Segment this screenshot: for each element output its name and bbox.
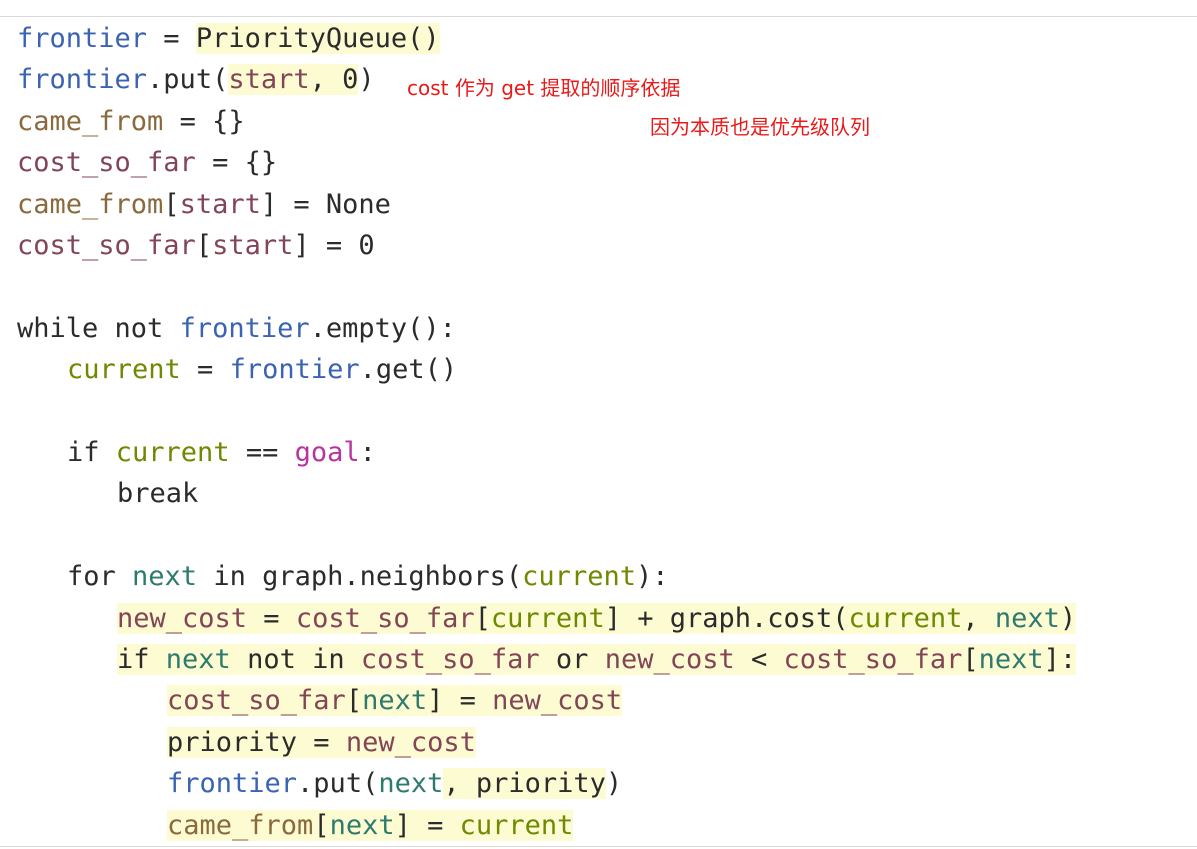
code-token: ] = None	[260, 188, 391, 220]
code-token: priority =	[167, 726, 346, 758]
code-token: if	[117, 644, 166, 675]
code-token: next	[165, 644, 231, 675]
code-token: cost_so_far	[360, 644, 540, 675]
code-token: .get()	[359, 354, 458, 386]
code-line: cost_so_far[start] = 0	[17, 226, 375, 266]
code-line: if next not in cost_so_far or new_cost <…	[117, 640, 1077, 680]
code-token: frontier	[229, 354, 360, 386]
code-token: current	[522, 561, 636, 593]
code-token: frontier	[17, 64, 148, 96]
code-token: ):	[635, 561, 669, 593]
code-token: new_cost	[492, 685, 623, 717]
code-line: for next in graph.neighbors(current):	[67, 557, 668, 597]
code-token: , priority	[443, 768, 606, 800]
annotation-cost-order: cost 作为 get 提取的顺序依据	[407, 76, 681, 100]
code-token: or	[539, 644, 605, 675]
code-token: next	[978, 644, 1044, 675]
code-token: [	[345, 685, 363, 717]
code-token: cost_so_far	[167, 685, 346, 717]
code-token: while not	[17, 312, 180, 344]
code-token: if	[67, 437, 116, 468]
code-line: came_from[start] = None	[17, 185, 391, 225]
code-token: )	[358, 64, 375, 96]
code-line: cost_so_far[next] = new_cost	[167, 681, 623, 721]
code-token: ] = 0	[293, 230, 375, 261]
code-token: )	[605, 768, 623, 800]
code-line: new_cost = cost_so_far[current] + graph.…	[117, 599, 1077, 639]
code-token: .put(	[147, 64, 229, 96]
code-token: = {}	[195, 147, 278, 179]
code-token: ] + graph.cost(	[604, 602, 849, 634]
code-token: ] =	[394, 809, 460, 841]
code-token: frontier	[17, 23, 148, 54]
code-token: start	[228, 64, 310, 96]
code-token: , 0	[309, 64, 359, 96]
code-token: .put(	[297, 768, 379, 800]
code-token: next	[132, 561, 198, 593]
code-token: break	[117, 478, 199, 510]
code-token: current	[459, 809, 574, 841]
code-token: next	[329, 809, 395, 841]
code-token: =	[247, 602, 296, 634]
code-token: ==	[229, 437, 295, 468]
code-token: start	[179, 188, 261, 220]
code-token: [	[962, 644, 979, 675]
code-token: in graph.neighbors(	[197, 561, 523, 593]
code-token: for	[67, 561, 133, 593]
code-token: new_cost	[604, 644, 735, 675]
code-token: came_from	[167, 809, 314, 841]
code-token: goal	[294, 437, 360, 468]
code-token: ]:	[1043, 644, 1077, 675]
code-line: cost_so_far = {}	[17, 143, 277, 183]
code-line: came_from = {}	[17, 102, 245, 142]
code-token: [	[474, 602, 491, 634]
annotation-priority-queue: 因为本质也是优先级队列	[650, 115, 870, 139]
bottom-divider	[0, 846, 1197, 847]
code-token: cost_so_far	[17, 147, 196, 179]
code-line: frontier = PriorityQueue()	[17, 19, 440, 59]
code-token: <	[734, 644, 784, 675]
code-token: =	[147, 23, 196, 54]
code-token: )	[1059, 602, 1077, 634]
code-token: came_from	[17, 188, 164, 220]
code-line: while not frontier.empty():	[17, 309, 456, 349]
code-token: cost_so_far	[295, 602, 475, 634]
code-token: [	[163, 188, 180, 220]
code-token: frontier	[179, 312, 310, 344]
top-divider	[0, 16, 1197, 17]
code-token: PriorityQueue()	[195, 23, 440, 54]
code-line: frontier.put(next, priority)	[167, 764, 622, 804]
code-token: =	[180, 354, 230, 386]
code-line: current = frontier.get()	[67, 350, 457, 390]
code-line: priority = new_cost	[167, 723, 476, 763]
code-token: current	[115, 437, 230, 468]
code-token: new_cost	[345, 726, 476, 758]
code-line: came_from[next] = current	[167, 806, 574, 846]
code-token: start	[212, 230, 294, 261]
code-token: ,	[962, 602, 995, 634]
code-token: cost_so_far	[17, 230, 196, 261]
code-token: .empty():	[309, 312, 456, 344]
code-token: next	[994, 602, 1060, 634]
code-line: if current == goal:	[67, 433, 376, 473]
code-token: current	[490, 602, 605, 634]
code-token: [	[195, 230, 213, 261]
code-token: current	[848, 602, 963, 634]
code-token: ] =	[427, 685, 493, 717]
code-token: came_from	[17, 105, 164, 137]
code-token: current	[67, 354, 181, 386]
code-token: next	[378, 768, 444, 800]
code-line: frontier.put(start, 0)	[17, 60, 375, 100]
code-token: next	[362, 685, 428, 717]
code-token: = {}	[163, 105, 245, 137]
code-token: new_cost	[117, 602, 248, 634]
code-line: break	[117, 474, 198, 514]
code-token: [	[313, 809, 330, 841]
code-token: cost_so_far	[783, 644, 963, 675]
code-token: frontier	[167, 768, 298, 800]
code-token: :	[359, 437, 376, 468]
code-token: not in	[230, 644, 361, 675]
